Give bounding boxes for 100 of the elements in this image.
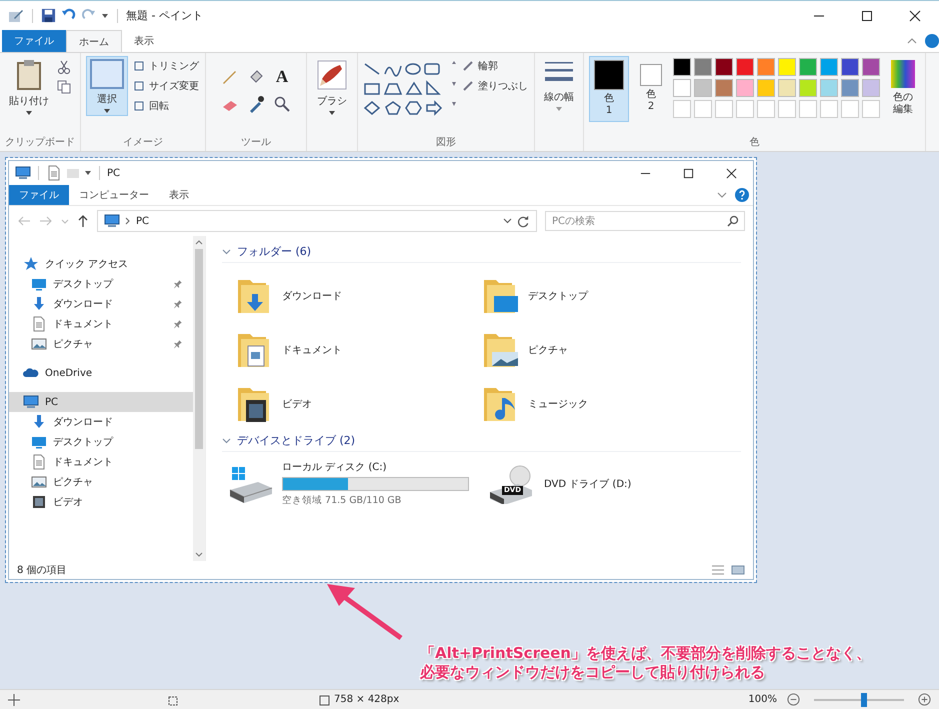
nav-item[interactable]: ダウンロード (9, 412, 193, 432)
nav-item[interactable]: ドキュメント (9, 452, 193, 472)
color-button[interactable]: 色 1 (589, 56, 629, 122)
image-command[interactable]: 回転 (132, 98, 200, 114)
nav-item[interactable]: OneDrive (9, 363, 193, 383)
help-icon[interactable] (925, 34, 939, 48)
size-button[interactable]: 線の幅 (540, 56, 578, 114)
picture-icon (31, 474, 47, 490)
folder-item[interactable]: ピクチャ (482, 330, 572, 370)
palette-color[interactable] (799, 58, 817, 76)
details-view-icon[interactable] (711, 564, 725, 576)
shape-command[interactable]: 輪郭 (461, 58, 529, 74)
palette-color[interactable] (694, 58, 712, 76)
text-tool[interactable]: A (276, 68, 288, 84)
shape-command[interactable]: 塗りつぶし (461, 78, 529, 94)
zoom-in-icon[interactable] (918, 693, 931, 706)
chevron-icon[interactable] (222, 438, 231, 444)
zoom-slider-thumb[interactable] (860, 692, 866, 706)
palette-color[interactable] (694, 79, 712, 97)
folder-item[interactable]: ミュージック (482, 384, 592, 424)
chevron-icon[interactable] (222, 248, 231, 254)
up-icon[interactable] (77, 214, 89, 228)
search-field[interactable]: PCの検索 (545, 211, 745, 231)
nav-item[interactable]: ビデオ (9, 492, 193, 512)
palette-color[interactable] (673, 58, 691, 76)
palette-color[interactable] (778, 58, 796, 76)
select-button[interactable]: 選択 (86, 56, 128, 116)
palette-color[interactable] (841, 79, 859, 97)
scissors-icon[interactable] (57, 60, 71, 74)
nav-item[interactable]: ピクチャ (9, 334, 193, 354)
ribbon-tab[interactable]: ファイル (9, 185, 69, 205)
refresh-icon[interactable] (517, 214, 530, 228)
palette-color[interactable] (757, 79, 775, 97)
large-icons-view-icon[interactable] (731, 564, 745, 576)
palette-color[interactable] (736, 58, 754, 76)
nav-item[interactable]: PC (9, 392, 193, 412)
nav-item[interactable]: クイック アクセス (9, 254, 193, 274)
palette-color[interactable] (757, 58, 775, 76)
nav-item[interactable]: ピクチャ (9, 472, 193, 492)
dropdown-icon[interactable] (503, 218, 512, 224)
palette-color[interactable] (673, 79, 691, 97)
caret-icon[interactable] (84, 169, 92, 177)
brushes-button[interactable]: ブラシ (312, 56, 352, 118)
close-icon[interactable] (909, 10, 921, 22)
paste-button[interactable]: 貼り付け (5, 56, 53, 118)
ribbon-tab[interactable]: ファイル (2, 30, 66, 52)
copy-icon[interactable] (57, 80, 71, 94)
folder-item[interactable]: ダウンロード (236, 276, 346, 316)
palette-color[interactable] (820, 58, 838, 76)
nav-item[interactable]: デスクトップ (9, 432, 193, 452)
palette-color[interactable] (841, 58, 859, 76)
ribbon-tab[interactable]: コンピューター (69, 185, 159, 205)
group-heading[interactable]: デバイスとドライブ (2) (237, 433, 356, 448)
image-command[interactable]: サイズ変更 (132, 78, 200, 94)
scrollbar[interactable] (193, 236, 205, 561)
close-icon[interactable] (726, 168, 737, 178)
palette-color[interactable] (778, 79, 796, 97)
folder-item[interactable]: ドキュメント (236, 330, 346, 370)
ribbon-tab[interactable]: 表示 (122, 30, 166, 52)
maximize-icon[interactable] (861, 10, 873, 22)
help-icon[interactable] (735, 188, 749, 202)
group-heading[interactable]: フォルダー (6) (237, 244, 312, 259)
color-label: 色 2 (645, 89, 657, 113)
nav-item[interactable]: ドキュメント (9, 314, 193, 334)
paint-icon[interactable] (8, 8, 24, 24)
color-button[interactable]: 色 2 (635, 56, 667, 122)
magnifier-icon[interactable] (273, 95, 291, 113)
image-command[interactable]: トリミング (132, 58, 200, 74)
palette-color[interactable] (715, 58, 733, 76)
palette-color[interactable] (820, 79, 838, 97)
palette-color[interactable] (799, 79, 817, 97)
zoom-out-icon[interactable] (787, 693, 800, 706)
palette-color[interactable] (736, 79, 754, 97)
selection-size-icon (168, 694, 180, 706)
folder-item[interactable]: ビデオ (236, 384, 316, 424)
drive-name[interactable]: ローカル ディスク (C:) (282, 460, 387, 474)
forward-icon[interactable] (39, 215, 53, 227)
palette-color[interactable] (862, 79, 880, 97)
scroll-down-icon[interactable] (195, 552, 203, 558)
collapse-icon[interactable] (907, 37, 917, 45)
group-label: 色 (748, 136, 760, 150)
group-label: ツール (240, 136, 272, 150)
desktop-icon (31, 276, 47, 292)
save-icon[interactable] (41, 8, 56, 23)
palette-color[interactable] (862, 58, 880, 76)
ribbon-tab[interactable]: 表示 (159, 185, 199, 205)
folder-item[interactable]: デスクトップ (482, 276, 592, 316)
edit-colors-button[interactable]: 色の編集 (886, 56, 920, 119)
expand-icon[interactable] (717, 191, 727, 199)
palette-color[interactable] (715, 79, 733, 97)
maximize-icon[interactable] (683, 168, 694, 178)
nav-item[interactable]: ダウンロード (9, 294, 193, 314)
address-bar[interactable]: PC (97, 210, 537, 232)
window-title: 無題 - ペイント (126, 8, 203, 23)
ribbon-tab[interactable]: ホーム (66, 30, 122, 52)
back-icon[interactable] (17, 215, 31, 227)
drive-name[interactable]: DVD ドライブ (D:) (544, 476, 632, 490)
scroll-up-icon[interactable] (195, 239, 203, 245)
nav-item[interactable]: デスクトップ (9, 274, 193, 294)
caret-icon[interactable] (101, 12, 109, 20)
